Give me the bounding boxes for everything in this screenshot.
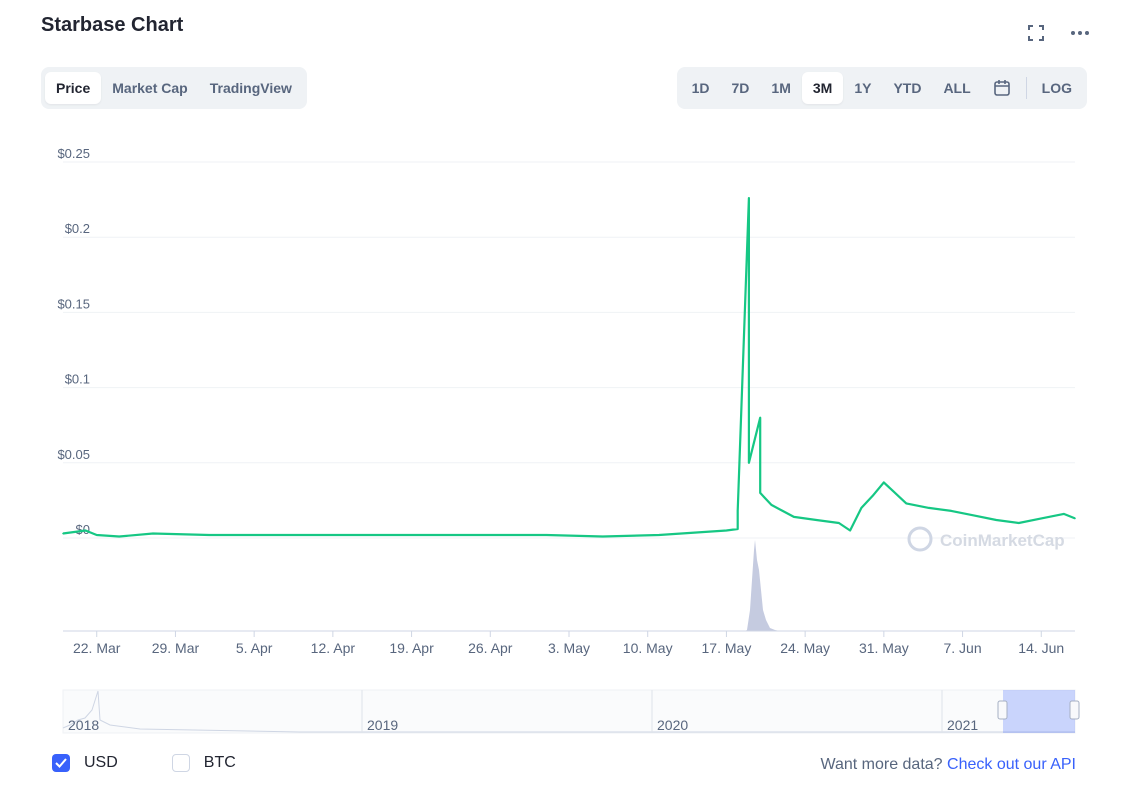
fullscreen-icon[interactable] xyxy=(1025,22,1047,44)
y-tick-label: $0.1 xyxy=(65,372,90,387)
range-3m[interactable]: 3M xyxy=(801,72,844,104)
divider xyxy=(1025,77,1027,99)
api-promo: Want more data? Check out our API xyxy=(820,756,1076,774)
api-prefix: Want more data? xyxy=(820,756,943,773)
tab-tradingview[interactable]: TradingView xyxy=(199,72,303,104)
usd-checkbox[interactable] xyxy=(52,754,70,772)
range-all[interactable]: ALL xyxy=(932,72,981,104)
chart-type-tabs: Price Market Cap TradingView xyxy=(41,67,307,109)
navigator-year-label: 2021 xyxy=(947,717,978,733)
calendar-icon[interactable] xyxy=(982,72,1022,104)
y-tick-label: $0.05 xyxy=(57,447,90,462)
usd-label: USD xyxy=(84,754,118,771)
price-line xyxy=(62,197,1076,538)
page-title: Starbase Chart xyxy=(41,14,184,36)
y-tick-label: $0.2 xyxy=(65,221,90,236)
range-7d[interactable]: 7D xyxy=(721,72,761,104)
range-tabs: 1D 7D 1M 3M 1Y YTD ALL LOG xyxy=(676,67,1087,109)
x-tick-label: 17. May xyxy=(702,640,752,656)
x-tick-label: 12. Apr xyxy=(311,640,356,656)
x-tick-label: 10. May xyxy=(623,640,673,656)
coinmarketcap-logo-icon xyxy=(907,526,933,552)
price-chart: $0.25 $0.2 $0.15 $0.1 $0.05 $0 CoinMarketCap 22… xyxy=(57,146,1080,734)
watermark: CoinMarketCap xyxy=(940,531,1065,550)
navigator-selection xyxy=(1003,690,1075,733)
x-tick-label: 29. Mar xyxy=(152,640,200,656)
navigator-year-label: 2019 xyxy=(367,717,398,733)
x-tick-label: 26. Apr xyxy=(468,640,513,656)
x-tick-label: 14. Jun xyxy=(1018,640,1064,656)
x-tick-label: 5. Apr xyxy=(236,640,273,656)
more-icon[interactable] xyxy=(1069,22,1091,44)
range-1m[interactable]: 1M xyxy=(760,72,801,104)
range-1y[interactable]: 1Y xyxy=(843,72,882,104)
navigator-handle-right xyxy=(1069,700,1080,720)
x-tick-label: 31. May xyxy=(859,640,909,656)
btc-checkbox[interactable] xyxy=(171,754,190,772)
y-tick-label: $0.15 xyxy=(57,296,90,311)
log-toggle[interactable]: LOG xyxy=(1031,72,1083,104)
x-tick-label: 7. Jun xyxy=(943,640,981,656)
x-tick-label: 3. May xyxy=(548,640,590,656)
range-1d[interactable]: 1D xyxy=(681,72,721,104)
tab-price[interactable]: Price xyxy=(45,72,102,104)
navigator-year-label: 2018 xyxy=(68,717,99,733)
x-tick-label: 22. Mar xyxy=(73,640,121,656)
tab-market-cap[interactable]: Market Cap xyxy=(101,72,198,104)
x-tick-label: 19. Apr xyxy=(389,640,434,656)
y-tick-label: $0.25 xyxy=(57,146,90,161)
x-tick-label: 24. May xyxy=(780,640,830,656)
volume-area xyxy=(745,540,780,631)
navigator xyxy=(62,689,1076,734)
api-link[interactable]: Check out our API xyxy=(947,756,1076,773)
navigator-year-label: 2020 xyxy=(657,717,688,733)
range-ytd[interactable]: YTD xyxy=(882,72,932,104)
navigator-handle-left xyxy=(997,700,1008,720)
y-tick-label: $0 xyxy=(76,522,90,537)
btc-label: BTC xyxy=(203,754,236,771)
